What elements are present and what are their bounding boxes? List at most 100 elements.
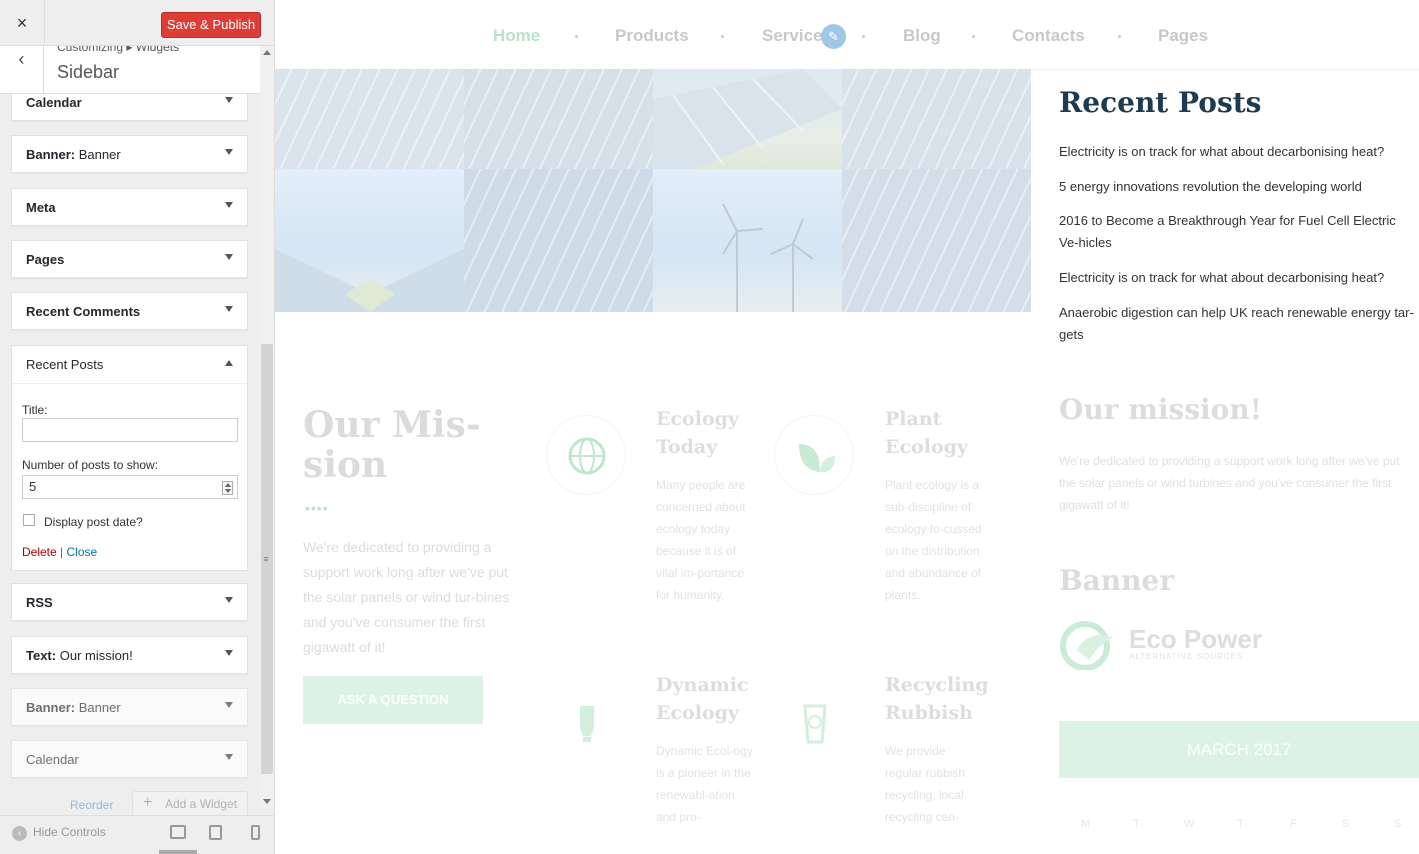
widget-banner-2[interactable]: Banner: Banner	[11, 688, 248, 726]
number-of-posts-input[interactable]: 5	[22, 475, 238, 499]
nav-separator-dot	[721, 35, 724, 38]
feature-title: Ecology Today	[656, 408, 739, 458]
scroll-down-arrow-icon[interactable]	[263, 799, 271, 804]
feature-title: Dynamic Ecology	[656, 674, 749, 724]
close-customizer-button[interactable]: ×	[0, 0, 45, 46]
widget-rss[interactable]: RSS	[11, 583, 248, 621]
gallery-image[interactable]	[842, 169, 1031, 312]
mission-heading: Our Mis-sion	[303, 404, 481, 486]
widget-recent-posts-expanded: Recent Posts Title: Number of posts to s…	[11, 345, 248, 571]
gallery-image[interactable]	[842, 69, 1031, 169]
resize-handle-icon[interactable]: ≡	[262, 554, 270, 564]
mobile-preview-icon[interactable]	[251, 825, 260, 840]
nav-separator-dot	[862, 35, 865, 38]
widget-title: Calendar	[26, 752, 79, 767]
mission-dots: ••••	[305, 500, 329, 516]
hide-controls-button[interactable]: ‹ Hide Controls	[12, 825, 106, 841]
recycle-bin-icon-graphic	[803, 704, 827, 744]
display-date-checkbox[interactable]	[23, 514, 35, 526]
recent-post-link[interactable]: Electricity is on track for what about d…	[1059, 141, 1417, 163]
widget-recent-comments[interactable]: Recent Comments	[11, 292, 248, 330]
our-mission-text: We're dedicated to providing a support w…	[1059, 454, 1400, 512]
number-value: 5	[29, 479, 37, 494]
gallery-image[interactable]	[464, 169, 653, 312]
ask-question-button[interactable]: ASK A QUESTION	[303, 676, 483, 724]
nav-service[interactable]: Service	[762, 26, 823, 46]
section-header: ‹ Customizing ▸ Widgets Sidebar	[0, 40, 260, 94]
our-mission-heading: Our mission!	[1059, 393, 1262, 426]
close-link[interactable]: Close	[67, 545, 98, 559]
nav-blog[interactable]: Blog	[903, 26, 941, 46]
bulb-icon	[546, 681, 626, 761]
expand-arrow-icon[interactable]	[225, 254, 233, 260]
nav-separator-dot	[575, 35, 578, 38]
feature-text: We provide regular rubbish recycling, lo…	[885, 744, 966, 824]
widget-area-actions: Reorder Add a Widget	[11, 788, 248, 818]
nav-pages[interactable]: Pages	[1158, 26, 1208, 46]
expand-arrow-icon[interactable]	[225, 650, 233, 656]
gallery-image[interactable]	[653, 169, 842, 312]
widget-title: Banner: Banner	[26, 700, 121, 715]
expand-arrow-icon[interactable]	[225, 97, 233, 103]
widget-title: Banner: Banner	[26, 147, 121, 162]
recycle-bin-icon	[774, 681, 854, 761]
add-widget-button[interactable]: Add a Widget	[132, 791, 248, 817]
tablet-preview-icon[interactable]	[209, 825, 222, 840]
title-field-label: Title:	[22, 403, 48, 417]
customizer-header: × Save & Publish	[0, 0, 274, 46]
bulb-icon-graphic	[580, 706, 594, 742]
close-icon: ×	[16, 13, 28, 33]
main-navigation: Home Products Service ✎ Blog Contacts Pa…	[275, 0, 1419, 70]
edit-pencil-icon[interactable]: ✎	[821, 24, 846, 49]
save-publish-button[interactable]: Save & Publish	[161, 12, 261, 38]
widget-text[interactable]: Text: Our mission!	[11, 636, 248, 674]
active-device-indicator	[159, 850, 197, 854]
widget-pages[interactable]: Pages	[11, 240, 248, 278]
display-date-label: Display post date?	[44, 515, 143, 529]
gallery-image[interactable]	[464, 69, 653, 169]
recent-post-link[interactable]: Electricity is on track for what about d…	[1059, 267, 1417, 289]
wind-turbines-illustration	[722, 203, 814, 312]
leaf-icon-graphic	[799, 444, 835, 473]
feature-title: Plant Ecology	[885, 408, 968, 458]
desktop-preview-icon[interactable]	[170, 825, 186, 839]
widget-title: RSS	[26, 595, 53, 610]
widget-meta[interactable]: Meta	[11, 188, 248, 226]
expand-arrow-icon[interactable]	[225, 202, 233, 208]
nav-products[interactable]: Products	[615, 26, 689, 46]
delete-link[interactable]: Delete	[22, 545, 57, 559]
back-button[interactable]: ‹	[0, 46, 44, 94]
widget-recent-posts-header[interactable]: Recent Posts	[12, 346, 247, 384]
recent-posts-heading: Recent Posts	[1059, 86, 1262, 119]
widget-calendar-2[interactable]: Calendar	[11, 740, 248, 778]
eco-power-logo-icon[interactable]	[1059, 620, 1117, 670]
collapse-arrow-icon[interactable]	[225, 360, 233, 366]
expand-arrow-icon[interactable]	[225, 149, 233, 155]
nav-contacts[interactable]: Contacts	[1012, 26, 1085, 46]
scroll-up-arrow-icon[interactable]	[263, 50, 271, 55]
chevron-left-icon: ‹	[18, 49, 25, 69]
recent-post-link[interactable]: 2016 to Become a Breakthrough Year for F…	[1059, 210, 1417, 254]
expand-arrow-icon[interactable]	[225, 597, 233, 603]
reorder-link[interactable]: Reorder	[70, 798, 113, 812]
feature-text: Dynamic Ecol-ogy is a pioneer in the ren…	[656, 744, 753, 824]
title-input[interactable]	[22, 418, 238, 442]
recent-post-link[interactable]: 5 energy innovations revolution the deve…	[1059, 176, 1417, 198]
widget-banner[interactable]: Banner: Banner	[11, 135, 248, 173]
expand-arrow-icon[interactable]	[225, 306, 233, 312]
widget-actions: Delete | Close	[22, 545, 97, 559]
widget-title: Meta	[26, 200, 56, 215]
gallery-image[interactable]	[653, 69, 842, 169]
gallery-image[interactable]	[275, 69, 464, 169]
expand-arrow-icon[interactable]	[225, 702, 233, 708]
solar-field-illustration	[275, 249, 464, 312]
nav-home[interactable]: Home	[493, 26, 540, 46]
calendar-month-header: MARCH 2017	[1059, 721, 1419, 778]
customizer-footer: ‹ Hide Controls	[0, 815, 274, 854]
hide-controls-label: Hide Controls	[33, 825, 106, 839]
expand-arrow-icon[interactable]	[225, 754, 233, 760]
gallery-image[interactable]	[275, 169, 464, 312]
recent-post-link[interactable]: Anaerobic digestion can help UK reach re…	[1059, 302, 1417, 346]
number-spinner-icon[interactable]	[222, 481, 233, 495]
nav-separator-dot	[1118, 35, 1121, 38]
